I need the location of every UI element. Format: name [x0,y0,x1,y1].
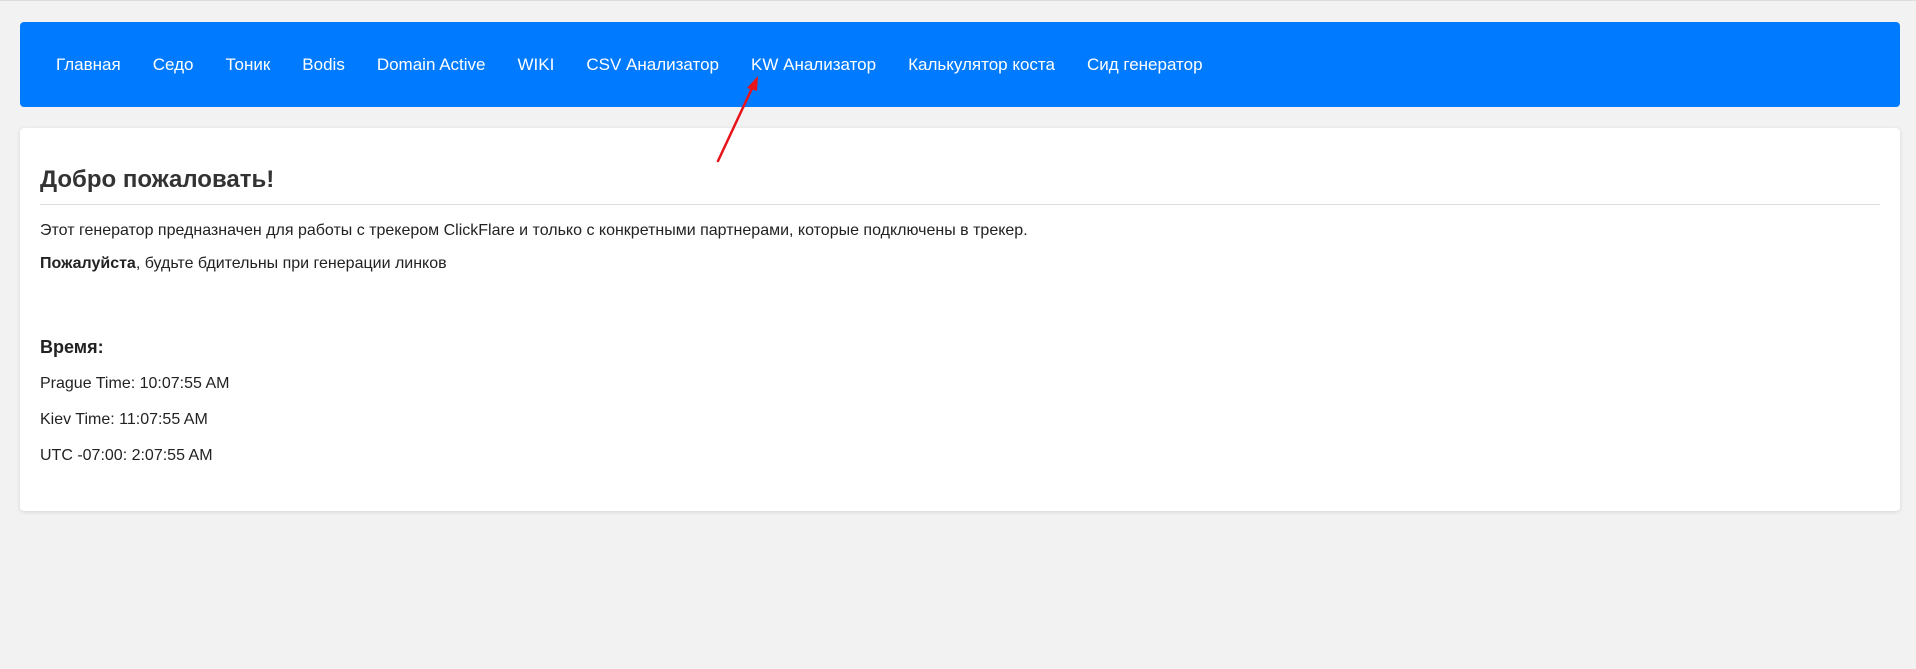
nav-link-wiki[interactable]: WIKI [518,55,555,75]
nav-link-domain-active[interactable]: Domain Active [377,55,486,75]
warning-bold: Пожалуйста [40,255,136,272]
page-title: Добро пожаловать! [40,166,1880,205]
time-heading: Время: [40,337,104,357]
utc-time: UTC -07:00: 2:07:55 AM [40,447,213,464]
nav-link-kw-analyzer[interactable]: KW Анализатор [751,55,876,75]
kiev-time: Kiev Time: 11:07:55 AM [40,411,208,428]
prague-time: Prague Time: 10:07:55 AM [40,375,230,392]
nav-link-tonic[interactable]: Тоник [225,55,270,75]
top-border [0,0,1916,1]
nav-link-home[interactable]: Главная [56,55,121,75]
description-text: Этот генератор предназначен для работы с… [40,222,1028,239]
nav-link-sedo[interactable]: Седо [153,55,194,75]
warning-text: Пожалуйста, будьте бдительны при генерац… [40,255,1880,273]
nav-link-csv-analyzer[interactable]: CSV Анализатор [586,55,719,75]
nav-link-bodis[interactable]: Bodis [302,55,345,75]
top-navbar: Главная Седо Тоник Bodis Domain Active W… [20,22,1900,107]
welcome-card: Добро пожаловать! Этот генератор предназ… [20,128,1900,511]
nav-link-seed-generator[interactable]: Сид генератор [1087,55,1203,75]
warning-rest: , будьте бдительны при генерации линков [135,255,447,272]
nav-link-cost-calculator[interactable]: Калькулятор коста [908,55,1055,75]
